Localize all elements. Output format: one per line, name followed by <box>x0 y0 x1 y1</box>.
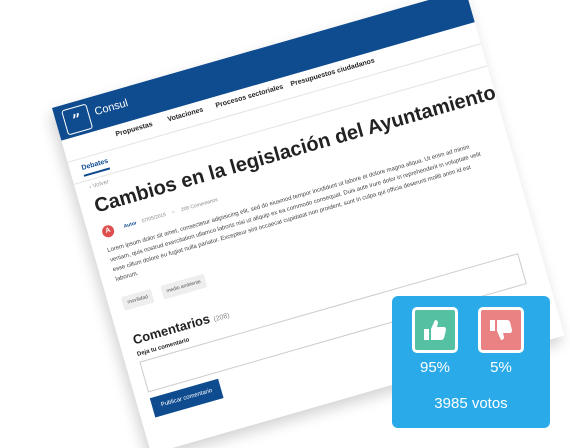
vote-up-button[interactable] <box>412 307 458 353</box>
thumbs-down-icon <box>490 320 512 340</box>
back-link[interactable]: ‹ Volver <box>89 179 110 190</box>
tab-debates[interactable]: Debates <box>80 157 111 177</box>
author-link[interactable]: Autor <box>123 220 137 229</box>
upvote-percent: 95% <box>419 359 451 376</box>
stage: ” Consul Propuestas Votaciones Procesos … <box>0 0 570 448</box>
comment-icon: ○ <box>171 209 176 216</box>
brand-name[interactable]: Consul <box>93 97 129 118</box>
thumbs-up-icon <box>424 320 446 340</box>
vote-down-button[interactable] <box>478 307 524 353</box>
avatar[interactable]: A <box>100 223 116 239</box>
quote-logo-icon[interactable]: ” <box>61 103 94 136</box>
nav-item-propuestas[interactable]: Propuestas <box>115 121 154 138</box>
nav-item-votaciones[interactable]: Votaciones <box>167 107 204 124</box>
date-text: 07/05/2015 <box>141 211 167 225</box>
comments-count: (208) <box>212 312 231 324</box>
downvote-percent: 5% <box>490 359 512 376</box>
vote-widget: 95% 5% 3985 votos <box>392 296 550 428</box>
comments-count-link[interactable]: 208 Comentarios <box>180 197 218 213</box>
tag-movilidad[interactable]: movilidad <box>120 288 155 311</box>
tag-medio-ambiente[interactable]: medio ambiente <box>159 273 208 300</box>
total-votes: 3985 votos <box>434 395 508 412</box>
